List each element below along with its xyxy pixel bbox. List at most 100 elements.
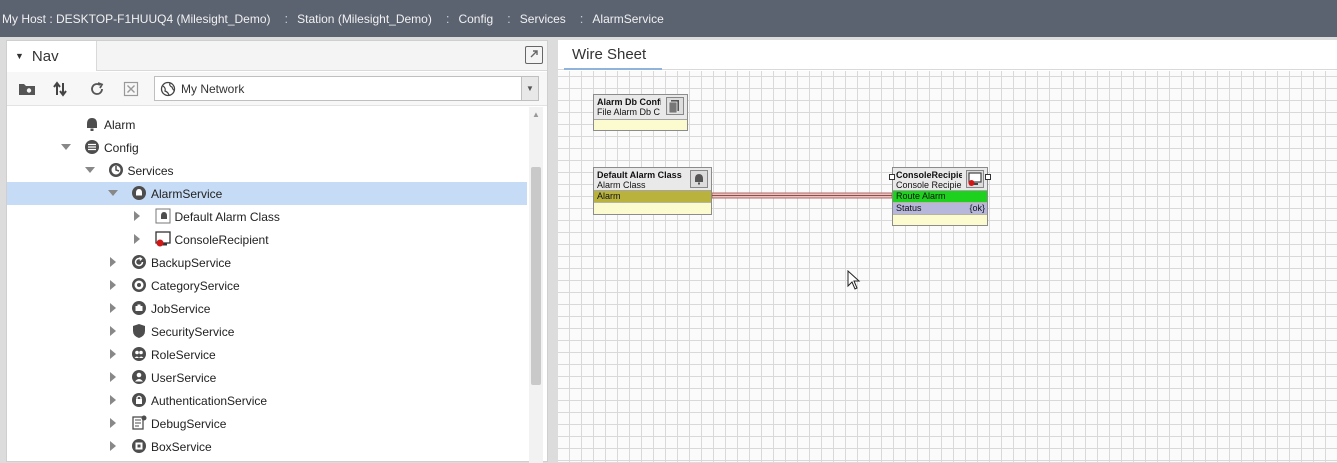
selection-handle[interactable] <box>985 174 991 180</box>
expander-collapsed-icon[interactable] <box>108 349 118 359</box>
expander-collapsed-icon[interactable] <box>132 234 142 244</box>
expander-collapsed-icon[interactable] <box>132 211 142 221</box>
tree-item-categoryservice[interactable]: CategoryService <box>7 274 527 297</box>
tree-item-label: JobService <box>151 302 211 316</box>
database-icon <box>666 97 684 115</box>
expander-collapsed-icon[interactable] <box>108 280 118 290</box>
nav-title: Nav <box>31 47 59 65</box>
tree-item-label: Config <box>104 141 139 155</box>
breadcrumb-alarmservice[interactable]: AlarmService <box>590 0 665 37</box>
expander-expanded-icon[interactable] <box>108 188 118 198</box>
tree-item-debugservice[interactable]: DebugService <box>7 412 527 435</box>
alarm-slot[interactable]: Alarm <box>594 191 711 203</box>
debug-service-icon <box>132 415 147 430</box>
expander-collapsed-icon[interactable] <box>108 395 118 405</box>
tree-item-label: BoxService <box>151 440 212 454</box>
alarm-db-config-block[interactable]: Alarm Db Config File Alarm Db C <box>593 94 688 131</box>
tree-item-default-alarm-class[interactable]: Default Alarm Class <box>7 205 527 228</box>
tree-item-label: UserService <box>151 371 217 385</box>
maximize-icon[interactable] <box>525 46 543 64</box>
route-alarm-label: Route Alarm <box>896 191 946 201</box>
route-alarm-slot[interactable]: Route Alarm <box>893 191 987 203</box>
breadcrumb-services[interactable]: Services <box>518 0 568 37</box>
tree-item-label: SecurityService <box>151 325 235 339</box>
job-service-icon <box>132 301 146 315</box>
caret-down-icon[interactable]: ▼ <box>15 51 24 61</box>
expander-collapsed-icon[interactable] <box>108 257 118 267</box>
tree-item-label: ConsoleRecipient <box>174 233 269 247</box>
refresh-icon[interactable] <box>86 78 108 100</box>
wiresheet-panel: Wire Sheet Alarm Db Config File Alarm Db… <box>558 40 1337 462</box>
tree-item-label: Alarm <box>104 118 136 132</box>
expander-collapsed-icon[interactable] <box>108 303 118 313</box>
tree-item-alarmservice[interactable]: AlarmService <box>7 182 527 205</box>
breadcrumb-config[interactable]: Config <box>456 0 495 37</box>
breadcrumb-station[interactable]: Station (Milesight_Demo) <box>295 0 434 37</box>
open-folder-icon[interactable] <box>16 78 38 100</box>
tree-item-label: RoleService <box>151 348 216 362</box>
status-slot[interactable]: Status {ok} <box>893 203 987 215</box>
tree-item-securityservice[interactable]: SecurityService <box>7 320 527 343</box>
box-service-icon <box>132 439 146 453</box>
scroll-up-icon[interactable]: ▲ <box>532 110 540 119</box>
chevron-down-icon[interactable]: ▼ <box>521 77 538 100</box>
tree-item-jobservice[interactable]: JobService <box>7 297 527 320</box>
selection-handle[interactable] <box>889 174 895 180</box>
expander-collapsed-icon[interactable] <box>108 372 118 382</box>
wiresheet-tab[interactable]: Wire Sheet <box>564 40 662 70</box>
nav-tree: Alarm Config Services AlarmService Default A… <box>7 107 527 463</box>
breadcrumb-separator: : <box>284 11 289 26</box>
alarm-db-config-name: Alarm Db Config <box>597 97 661 107</box>
close-icon[interactable] <box>120 78 142 100</box>
wiresheet-header: Wire Sheet <box>558 40 1337 70</box>
wiresheet-canvas[interactable]: Alarm Db Config File Alarm Db C Default … <box>558 71 1337 462</box>
tree-item-label: CategoryService <box>151 279 240 293</box>
category-service-icon <box>132 278 146 292</box>
shield-icon <box>133 324 145 338</box>
sync-arrows-icon[interactable] <box>49 78 71 100</box>
breadcrumb-bar: My Host : DESKTOP-F1HUUQ4 (Milesight_Dem… <box>0 0 1337 37</box>
nav-tab[interactable]: ▼ Nav <box>7 41 97 71</box>
network-select[interactable]: My Network ▼ <box>154 76 539 101</box>
tree-item-userservice[interactable]: UserService <box>7 366 527 389</box>
console-recipient-icon <box>154 231 171 247</box>
nav-toolbar: My Network ▼ <box>7 72 547 106</box>
tree-item-services[interactable]: Services <box>7 159 527 182</box>
tree-item-consolerecipient[interactable]: ConsoleRecipient <box>7 228 527 251</box>
status-slot-value: {ok} <box>969 203 985 213</box>
breadcrumb-separator: : <box>579 11 584 26</box>
tree-item-roleservice[interactable]: RoleService <box>7 343 527 366</box>
tree-item-boxservice[interactable]: BoxService <box>7 435 527 458</box>
tree-item-label: AuthenticationService <box>151 394 268 408</box>
mouse-cursor-icon <box>847 270 861 290</box>
alarm-slot-label: Alarm <box>597 191 621 201</box>
console-recipient-name: ConsoleRecipie <box>896 170 962 180</box>
services-icon <box>108 163 123 177</box>
expander-expanded-icon[interactable] <box>61 142 71 152</box>
console-recipient-block[interactable]: ConsoleRecipie Console Recipie Route Ala… <box>889 167 991 226</box>
default-alarm-class-block[interactable]: Default Alarm Class Alarm Class Alarm <box>593 167 712 215</box>
expander-expanded-icon[interactable] <box>84 165 95 175</box>
breadcrumb-host[interactable]: My Host : DESKTOP-F1HUUQ4 (Milesight_Dem… <box>0 0 273 37</box>
expander-collapsed-icon[interactable] <box>108 441 118 451</box>
lock-icon <box>132 393 146 407</box>
alarm-class-icon <box>155 208 170 224</box>
backup-service-icon <box>132 255 146 269</box>
bell-icon <box>87 118 97 131</box>
console-recipient-type: Console Recipie <box>896 180 962 190</box>
nav-scrollbar[interactable]: ▲ <box>529 107 543 463</box>
scrollbar-thumb[interactable] <box>531 167 541 385</box>
tree-item-authenticationservice[interactable]: AuthenticationService <box>7 389 527 412</box>
globe-icon <box>160 81 176 96</box>
nav-header: ▼ Nav <box>7 41 547 71</box>
tree-item-label: DebugService <box>151 417 227 431</box>
tree-item-alarm[interactable]: Alarm <box>7 113 527 136</box>
tree-item-config[interactable]: Config <box>7 136 527 159</box>
breadcrumb-separator: : <box>445 11 450 26</box>
alarm-class-icon <box>690 170 708 188</box>
tree-item-backupservice[interactable]: BackupService <box>7 251 527 274</box>
nav-panel: ▼ Nav My Network ▼ Alarm Config Services Al… <box>6 40 548 463</box>
expander-collapsed-icon[interactable] <box>108 418 118 428</box>
status-slot-label: Status <box>896 203 922 213</box>
expander-collapsed-icon[interactable] <box>108 326 118 336</box>
